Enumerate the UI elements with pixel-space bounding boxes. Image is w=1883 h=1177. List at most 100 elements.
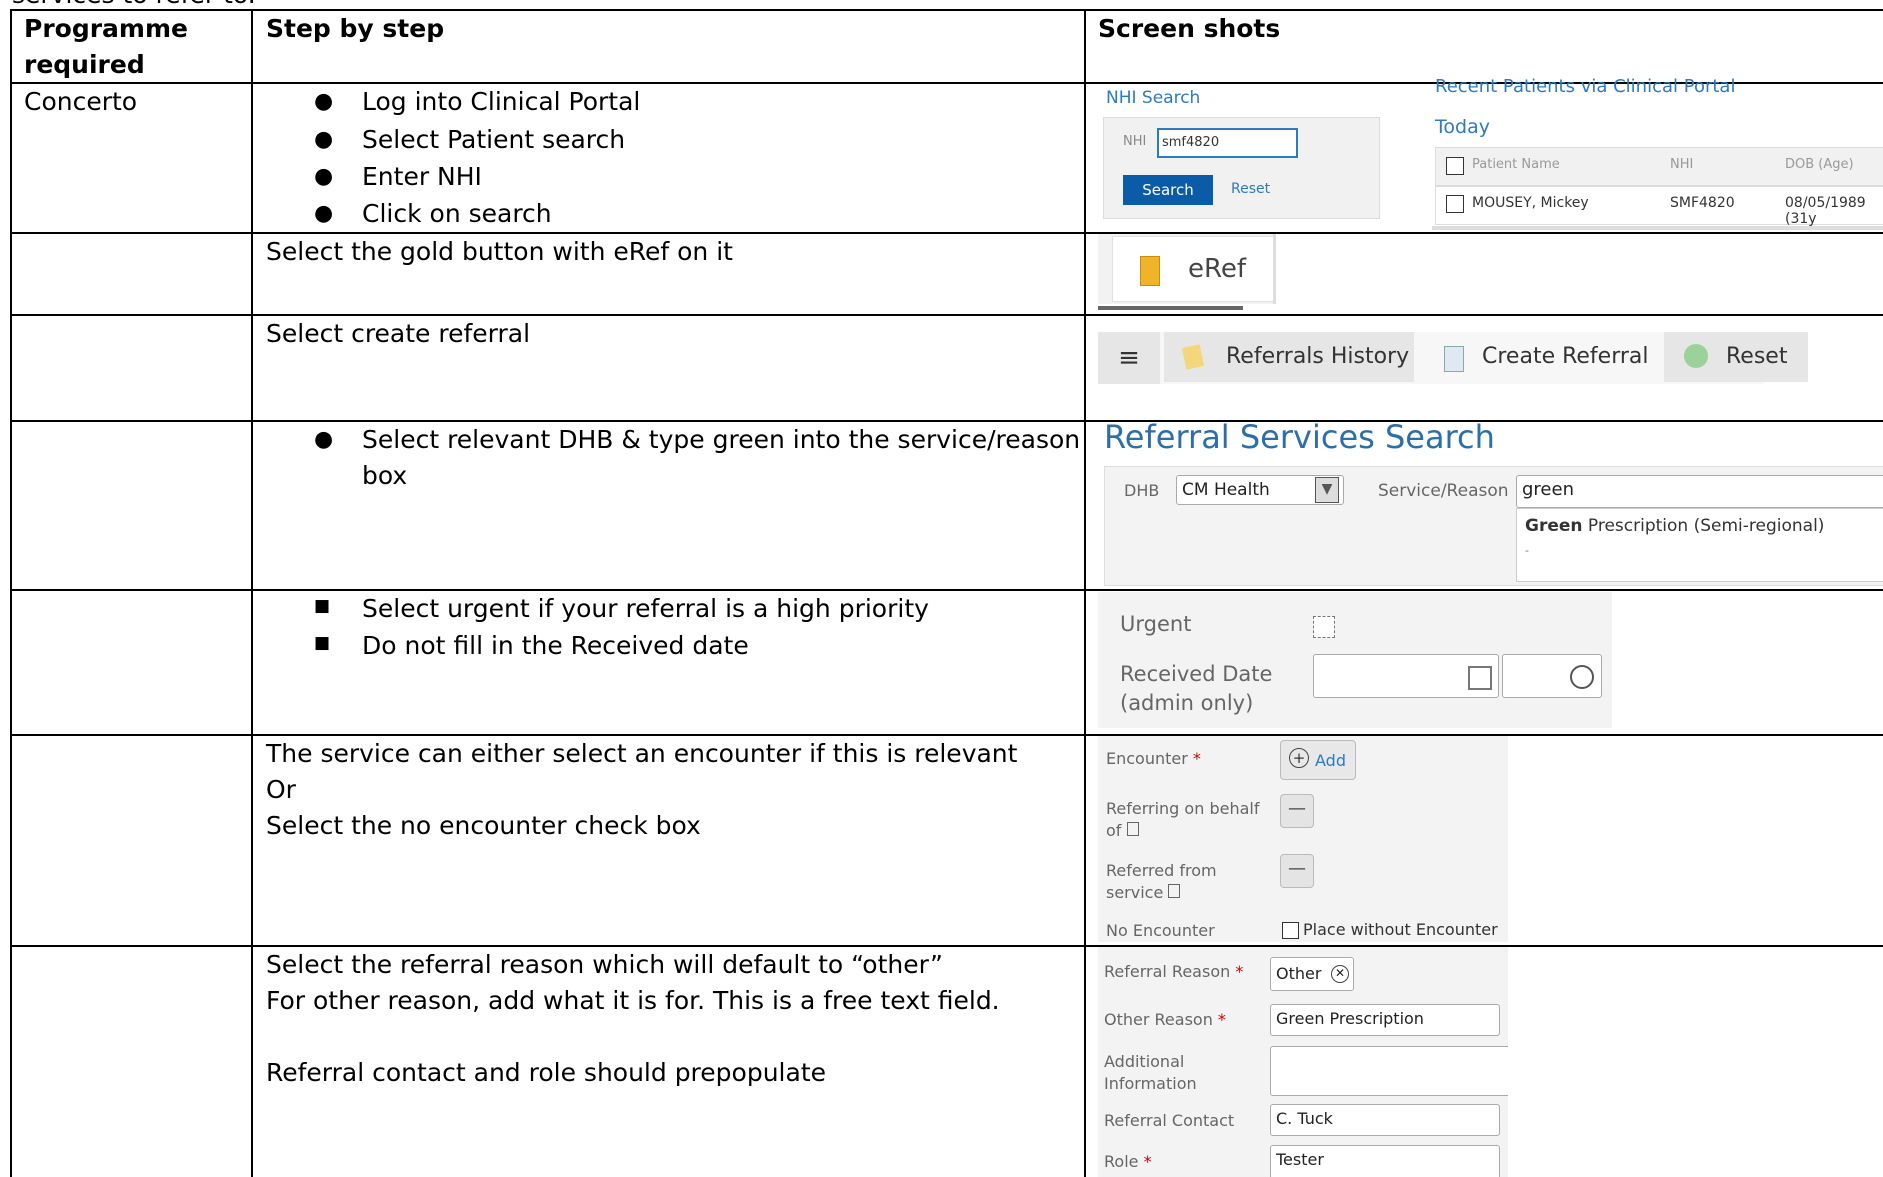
clock-icon[interactable] xyxy=(1570,665,1594,689)
list-item: ● Select relevant DHB & type green into t… xyxy=(314,422,1080,458)
cut-off-text: services to refer to. xyxy=(12,0,256,9)
square-bullet-icon: ■ xyxy=(314,596,331,616)
service-reason-input[interactable]: green xyxy=(1516,475,1883,508)
step-text: Select the gold button with eRef on it xyxy=(266,237,733,266)
suggestion-rest: Prescription (Semi-regional) xyxy=(1582,516,1825,536)
required-marker: * xyxy=(1217,1010,1226,1029)
bullet-icon: ● xyxy=(314,127,334,152)
create-document-icon xyxy=(1444,346,1464,372)
reset-link[interactable]: Reset xyxy=(1231,181,1270,197)
select-all-checkbox[interactable] xyxy=(1446,157,1464,175)
urgent-checkbox[interactable] xyxy=(1313,616,1335,638)
step-text: Log into Clinical Portal xyxy=(362,87,641,116)
header-step: Step by step xyxy=(266,14,445,43)
required-marker: * xyxy=(1235,962,1244,981)
step-text: For other reason, add what it is for. Th… xyxy=(266,986,1000,1015)
step-text: Click on search xyxy=(362,199,552,228)
reason-value: Other xyxy=(1276,964,1322,983)
screenshot-nhi-search: NHI Search NHI smf4820 Search Reset xyxy=(1103,86,1383,219)
behalf-button[interactable]: — xyxy=(1280,794,1314,828)
row-divider xyxy=(10,589,1883,591)
step-text: The service can either select an encount… xyxy=(266,739,1018,768)
screenshot-recent-patients: Recent Patients via Clinical Portal Toda… xyxy=(1432,74,1883,230)
step-text: Select create referral xyxy=(266,319,531,348)
tab-referrals-history[interactable]: Referrals History xyxy=(1164,332,1414,382)
history-icon xyxy=(1181,344,1205,370)
step-text: Select Patient search xyxy=(362,125,626,154)
list-item: ● Click on search xyxy=(314,196,552,232)
plus-icon: + xyxy=(1289,748,1309,768)
received-date-sublabel: (admin only) xyxy=(1120,691,1254,715)
col-patient-name: Patient Name xyxy=(1472,157,1560,172)
no-encounter-label: No Encounter xyxy=(1106,921,1215,940)
list-item: ● Log into Clinical Portal xyxy=(314,84,641,120)
other-reason-label: Other Reason * xyxy=(1104,1009,1226,1031)
eref-document-icon xyxy=(1140,256,1160,286)
col-nhi: NHI xyxy=(1670,157,1694,172)
no-encounter-checkbox[interactable] xyxy=(1282,922,1299,939)
bullet-icon: ● xyxy=(314,164,334,189)
referral-contact-input[interactable]: C. Tuck xyxy=(1270,1104,1500,1136)
row-checkbox[interactable] xyxy=(1446,195,1464,213)
dhb-label: DHB xyxy=(1124,481,1160,500)
role-input[interactable]: Tester xyxy=(1270,1145,1500,1177)
square-bullet-icon: ■ xyxy=(314,633,331,653)
col-dob: DOB (Age) xyxy=(1785,157,1854,172)
reset-icon xyxy=(1684,344,1708,368)
cell-nhi: SMF4820 xyxy=(1670,195,1735,211)
step-text: Do not fill in the Received date xyxy=(362,631,749,660)
referred-from-label-2: service xyxy=(1106,882,1181,904)
cell-patient-name: MOUSEY, Mickey xyxy=(1472,195,1589,211)
add-encounter-button[interactable]: + Add xyxy=(1280,740,1356,780)
screenshot-referral-reason: Referral Reason * Other ✕ Other Reason *… xyxy=(1098,947,1508,1177)
header-screenshots: Screen shots xyxy=(1098,14,1281,43)
calendar-icon[interactable] xyxy=(1468,666,1492,690)
tab-create-referral[interactable]: Create Referral xyxy=(1420,332,1660,382)
header-programme-2: required xyxy=(24,50,145,79)
tab-label: Create Referral xyxy=(1482,344,1649,369)
add-label: Add xyxy=(1315,751,1346,770)
other-reason-input[interactable]: Green Prescription xyxy=(1270,1004,1500,1036)
step-text: Select urgent if your referral is a high… xyxy=(362,594,929,623)
role-label: Role * xyxy=(1104,1151,1152,1173)
step-text: Or xyxy=(266,775,296,804)
encounter-label: Encounter * xyxy=(1106,748,1201,770)
referred-from-label: Referred from xyxy=(1106,861,1217,880)
encounter-text: Encounter xyxy=(1106,749,1188,768)
bullet-icon: ● xyxy=(314,201,334,226)
nhi-input[interactable]: smf4820 xyxy=(1157,128,1298,158)
additional-info-input[interactable] xyxy=(1270,1046,1508,1096)
nhi-label: NHI xyxy=(1123,134,1147,149)
list-item: ● Select Patient search xyxy=(314,122,626,158)
place-without-label: Place without Encounter xyxy=(1303,920,1498,939)
cell-dob: 08/05/1989 (31y xyxy=(1785,195,1866,227)
list-item: ● Enter NHI xyxy=(314,159,482,195)
calculator-icon xyxy=(1126,822,1139,836)
suggestion-item[interactable]: Green Prescription (Semi-regional) xyxy=(1525,516,1824,536)
eref-underline xyxy=(1098,306,1243,310)
menu-icon[interactable]: ≡ xyxy=(1098,332,1160,384)
table-edge xyxy=(1432,226,1883,230)
step-text: Enter NHI xyxy=(362,162,482,191)
eref-label: eRef xyxy=(1188,254,1247,284)
service-reason-label: Service/Reason xyxy=(1378,481,1509,501)
step-text-continued: box xyxy=(362,461,408,490)
calculator-icon xyxy=(1168,884,1181,898)
additional-info-label-2: Information xyxy=(1104,1074,1197,1093)
search-button[interactable]: Search xyxy=(1123,175,1213,205)
received-date-label: Received Date xyxy=(1120,662,1273,686)
chevron-down-icon[interactable]: ▼ xyxy=(1315,477,1339,503)
step-text: Select the referral reason which will de… xyxy=(266,950,943,979)
other-text: Other Reason xyxy=(1104,1010,1213,1029)
reason-text: Referral Reason xyxy=(1104,962,1231,981)
role-text: Role xyxy=(1104,1152,1139,1171)
bullet-icon: ● xyxy=(314,89,334,114)
step-text: Select the no encounter check box xyxy=(266,811,701,840)
referral-reason-tag[interactable]: Other ✕ xyxy=(1270,957,1354,991)
tab-reset[interactable]: Reset xyxy=(1664,332,1808,382)
urgent-label: Urgent xyxy=(1120,612,1192,636)
remove-icon[interactable]: ✕ xyxy=(1331,965,1349,983)
header-programme-1: Programme xyxy=(24,14,188,43)
required-marker: * xyxy=(1143,1152,1152,1171)
referred-from-button[interactable]: — xyxy=(1280,854,1314,888)
